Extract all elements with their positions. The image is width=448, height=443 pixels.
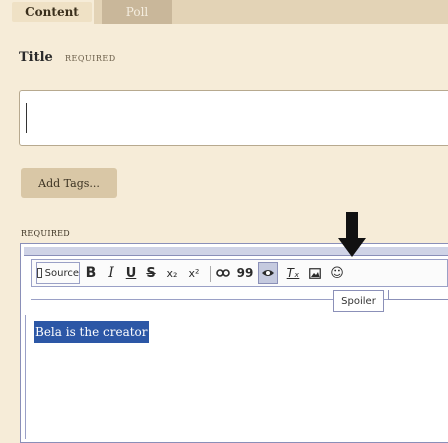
link-button[interactable] — [214, 262, 232, 284]
title-required-tag: REQUIRED — [65, 54, 116, 63]
add-tags-button[interactable]: Add Tags... — [21, 168, 117, 198]
annotation-arrow-icon — [338, 212, 366, 257]
toolbar-secondary-row — [31, 287, 448, 315]
body-required-tag: REQUIRED — [21, 229, 71, 238]
text-caret — [26, 103, 27, 133]
bold-button[interactable]: B — [83, 262, 99, 284]
editor-selected-text[interactable]: Bela is the creator — [34, 321, 149, 343]
editor-top-strip — [24, 247, 448, 255]
remove-format-button[interactable]: Tₓ — [284, 262, 302, 284]
title-input[interactable] — [19, 90, 448, 146]
eye-icon — [262, 270, 274, 276]
italic-button[interactable]: I — [103, 262, 119, 284]
image-button[interactable] — [306, 262, 324, 284]
editor-top-divider — [24, 255, 448, 256]
editor-body-border — [25, 315, 26, 439]
source-label: Source — [44, 267, 79, 279]
underline-button[interactable]: U — [123, 262, 139, 284]
source-button[interactable]: Source — [36, 262, 80, 284]
emoji-button[interactable]: ☺ — [328, 262, 346, 284]
tab-content-wrap: Content — [0, 0, 94, 46]
superscript-button[interactable]: x² — [185, 262, 203, 284]
subscript-button[interactable]: x₂ — [163, 262, 181, 284]
toolbar-row-divider — [31, 299, 448, 300]
tab-poll[interactable]: Poll — [102, 0, 172, 24]
tab-content[interactable]: Content — [12, 2, 92, 22]
strikethrough-button[interactable]: S — [143, 262, 159, 284]
tab-bar: Content Poll — [0, 0, 448, 46]
tooltip-connector — [388, 290, 448, 300]
spoiler-tooltip: Spoiler — [333, 290, 384, 312]
source-icon — [37, 268, 42, 278]
title-label: Title — [19, 50, 53, 65]
spoiler-button[interactable] — [258, 262, 278, 284]
blockquote-button[interactable]: 99 — [236, 262, 254, 284]
toolbar-separator — [210, 266, 211, 282]
image-icon — [309, 267, 321, 279]
link-icon — [216, 269, 230, 277]
